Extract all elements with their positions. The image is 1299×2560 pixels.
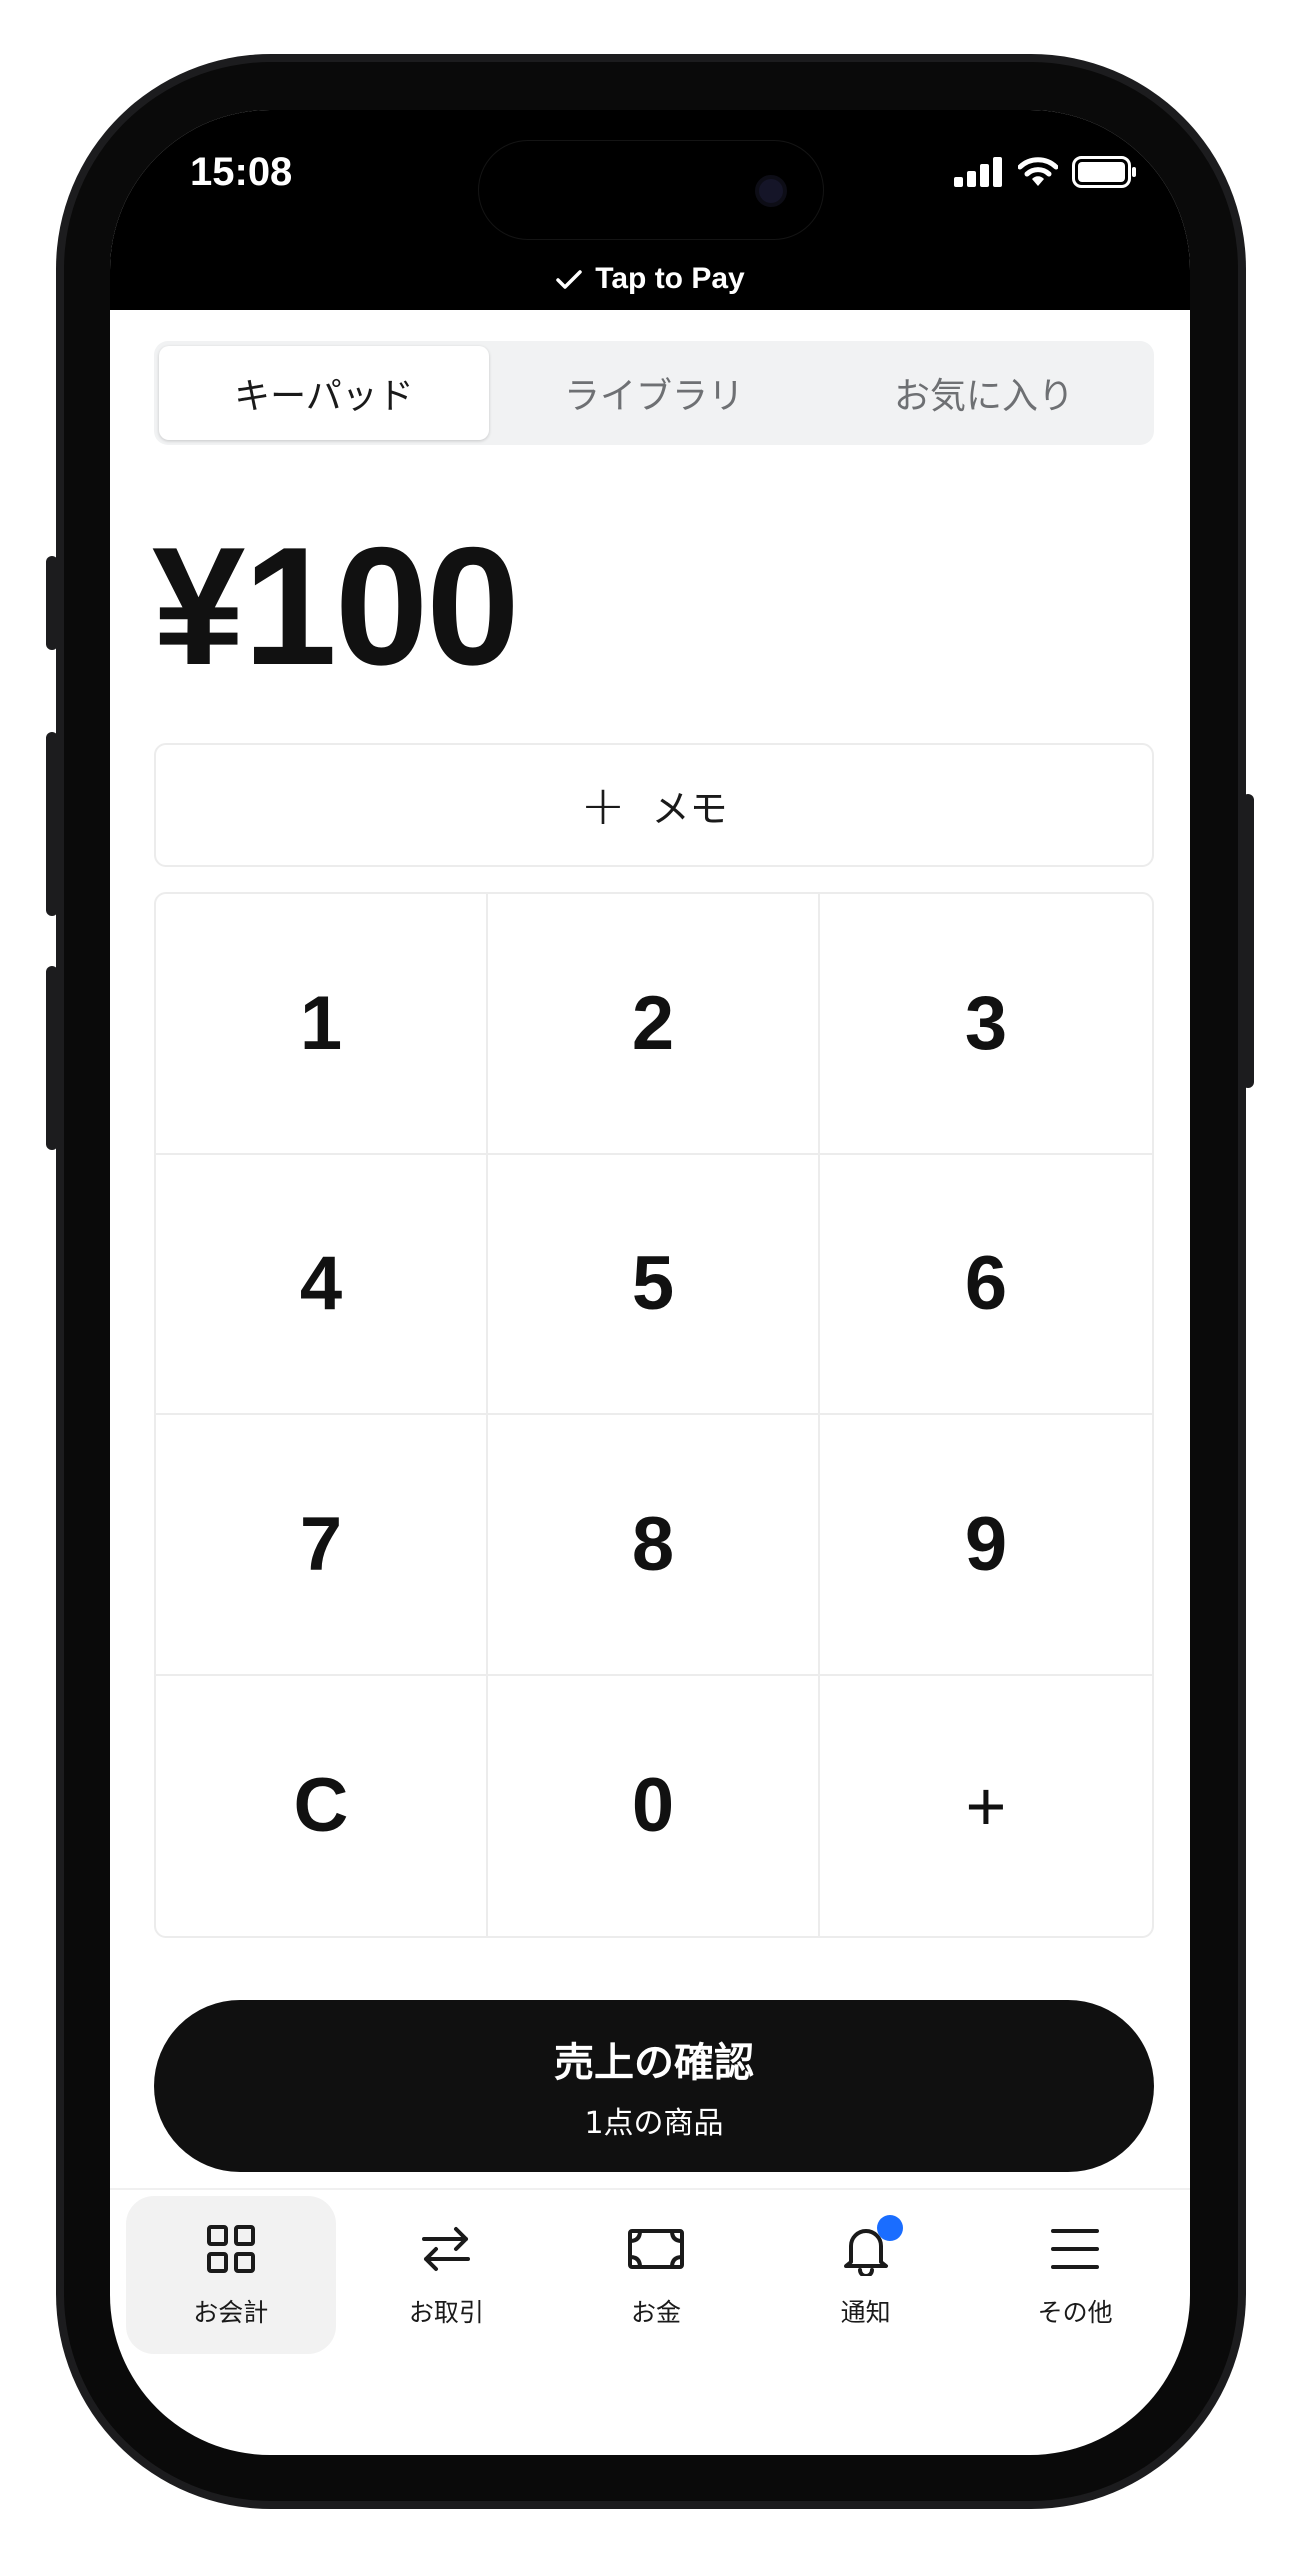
- status-indicators: [954, 156, 1138, 192]
- confirm-sale-button[interactable]: 売上の確認 1点の商品: [154, 2000, 1154, 2172]
- amount-display: ¥100: [152, 512, 520, 700]
- key-add[interactable]: +: [820, 1676, 1152, 1937]
- tap-to-pay-label: Tap to Pay: [595, 262, 745, 295]
- key-4[interactable]: 4: [156, 1154, 488, 1415]
- nav-notifications-label: 通知: [840, 2298, 891, 2327]
- wifi-icon: [1017, 157, 1059, 191]
- banknote-icon: [627, 2221, 684, 2277]
- nav-money[interactable]: お金: [551, 2196, 761, 2354]
- tab-favorites[interactable]: お気に入り: [819, 346, 1149, 440]
- tap-to-pay-banner[interactable]: Tap to Pay: [110, 262, 1190, 296]
- battery-icon: [1072, 156, 1138, 192]
- cellular-signal-icon: [954, 157, 1004, 191]
- key-clear[interactable]: C: [156, 1675, 488, 1936]
- item-count-label: 1点の商品: [584, 2106, 724, 2141]
- key-8[interactable]: 8: [488, 1415, 820, 1676]
- transfer-arrows-icon: [420, 2221, 472, 2277]
- nav-more[interactable]: その他: [970, 2196, 1180, 2354]
- grid-icon: [206, 2221, 256, 2277]
- volume-down-button: [46, 966, 58, 1150]
- key-0[interactable]: 0: [488, 1675, 820, 1936]
- numeric-keypad: 1 2 3 4 5 6 7 8 9 C 0 +: [154, 892, 1154, 1938]
- bottom-navigation: お会計 お取引 お金 通知 その他: [110, 2188, 1190, 2455]
- key-7[interactable]: 7: [156, 1415, 488, 1676]
- confirm-sale-title: 売上の確認: [554, 2040, 754, 2086]
- plus-icon: +: [580, 773, 626, 837]
- add-memo-button[interactable]: + メモ: [154, 743, 1154, 867]
- nav-money-label: お金: [630, 2298, 681, 2327]
- nav-checkout[interactable]: お会計: [126, 2196, 336, 2354]
- check-icon: [556, 270, 582, 289]
- key-6[interactable]: 6: [820, 1155, 1152, 1415]
- mode-segmented-control: キーパッド ライブラリ お気に入り: [154, 341, 1154, 445]
- tab-library[interactable]: ライブラリ: [489, 346, 819, 440]
- power-button: [1242, 794, 1254, 1088]
- volume-up-button: [46, 732, 58, 916]
- nav-more-label: その他: [1037, 2298, 1113, 2327]
- key-1[interactable]: 1: [156, 894, 488, 1155]
- status-bar: 15:08 Tap to Pay: [110, 110, 1190, 310]
- status-time: 15:08: [190, 150, 293, 194]
- camera-icon: [755, 175, 787, 207]
- key-3[interactable]: 3: [820, 894, 1152, 1155]
- notification-badge: [876, 2215, 903, 2241]
- dynamic-island: [478, 140, 824, 240]
- key-9[interactable]: 9: [820, 1415, 1152, 1676]
- nav-transactions-label: お取引: [408, 2298, 484, 2327]
- bell-icon: [841, 2215, 903, 2277]
- app-screen: 15:08 Tap to Pay キーパッド ライブラリ お気に入り ¥100 …: [110, 110, 1190, 2455]
- nav-transactions[interactable]: お取引: [342, 2196, 552, 2354]
- nav-notifications[interactable]: 通知: [761, 2196, 971, 2354]
- menu-icon: [1050, 2221, 1100, 2277]
- key-5[interactable]: 5: [488, 1154, 820, 1415]
- memo-label: メモ: [651, 786, 728, 831]
- nav-checkout-label: お会計: [193, 2298, 269, 2327]
- tab-keypad[interactable]: キーパッド: [159, 346, 489, 440]
- key-2[interactable]: 2: [488, 894, 820, 1155]
- action-button: [46, 556, 58, 650]
